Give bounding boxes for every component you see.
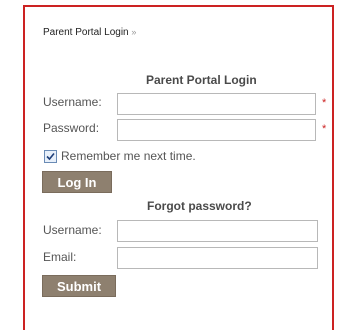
username-label: Username: xyxy=(43,95,102,109)
login-heading: Parent Portal Login xyxy=(146,73,257,87)
breadcrumb-item[interactable]: Parent Portal Login xyxy=(43,27,129,38)
remember-label[interactable]: Remember me next time. xyxy=(61,149,196,163)
password-input[interactable] xyxy=(117,119,316,141)
login-panel: Parent Portal Login » Parent Portal Logi… xyxy=(23,5,334,330)
email-label: Email: xyxy=(43,250,77,264)
username-required-mark: * xyxy=(322,97,327,109)
password-label: Password: xyxy=(43,121,100,135)
breadcrumb-separator: » xyxy=(131,27,137,37)
breadcrumb: Parent Portal Login » xyxy=(43,27,136,38)
forgot-username-label: Username: xyxy=(43,223,102,237)
checkmark-icon xyxy=(46,152,55,161)
remember-checkbox[interactable] xyxy=(44,150,57,163)
submit-button[interactable]: Submit xyxy=(42,275,116,297)
forgot-password-heading: Forgot password? xyxy=(147,199,252,213)
password-required-mark: * xyxy=(322,123,327,135)
username-input[interactable] xyxy=(117,93,316,115)
forgot-username-input[interactable] xyxy=(117,220,318,242)
email-input[interactable] xyxy=(117,247,318,269)
login-button[interactable]: Log In xyxy=(42,171,112,193)
